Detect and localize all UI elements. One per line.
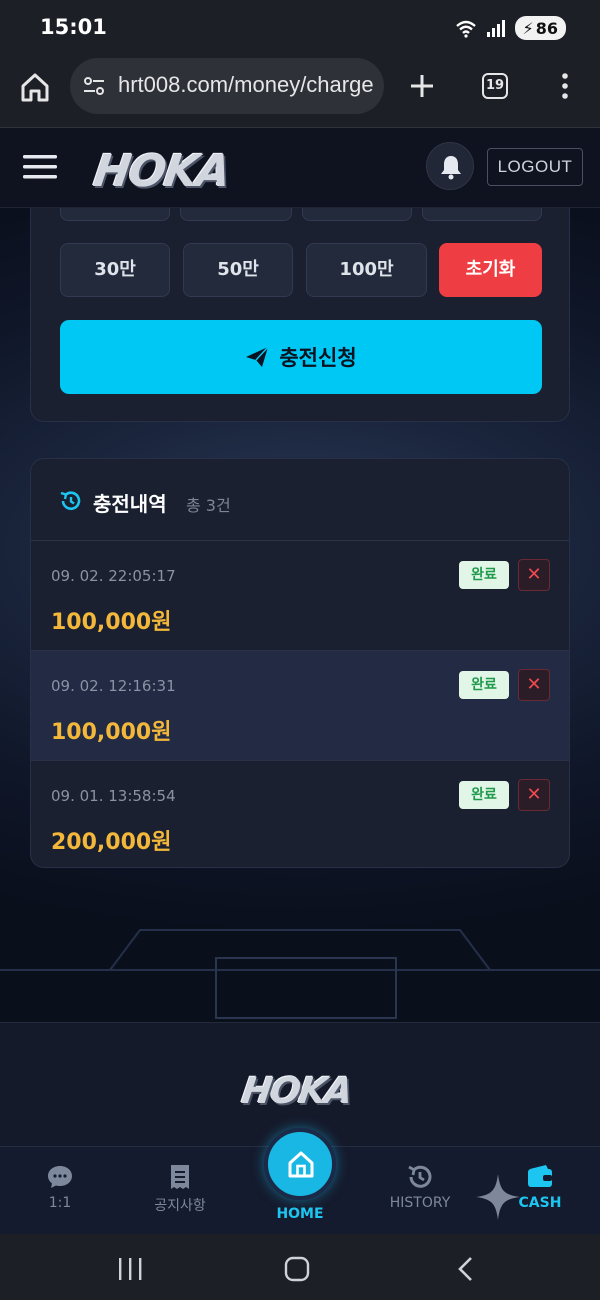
- back-icon[interactable]: [456, 1256, 474, 1282]
- footer-logo: HOKA: [239, 1071, 354, 1112]
- browser-toolbar: hrt008.com/money/charge 19: [0, 56, 600, 128]
- nav-item-history[interactable]: HISTORY: [360, 1147, 480, 1235]
- nav-label-home: HOME: [276, 1206, 324, 1222]
- amount-button-100[interactable]: 100만: [306, 243, 427, 297]
- logout-button[interactable]: LOGOUT: [487, 148, 583, 186]
- amount-button-30[interactable]: 30만: [60, 243, 170, 297]
- history-title: 충전내역: [93, 492, 167, 516]
- charge-history-card: 충전내역 총 3건 09. 02. 22:05:17 100,000원 완료 ✕…: [30, 458, 570, 868]
- history-row: 09. 01. 13:58:54 200,000원 완료 ✕: [31, 761, 569, 867]
- recents-icon[interactable]: [116, 1258, 144, 1280]
- charge-card: 1만 5만 5만 10만 30만 50만 100만 초기화 충전신청: [30, 180, 570, 422]
- charge-request-label: 충전신청: [279, 346, 357, 370]
- nav-label: HISTORY: [389, 1195, 451, 1211]
- system-home-icon[interactable]: [284, 1256, 310, 1282]
- new-tab-icon[interactable]: [406, 70, 438, 102]
- bell-icon: [441, 156, 461, 180]
- site-logo[interactable]: HOKA: [90, 146, 232, 197]
- nav-label: 1:1: [48, 1195, 72, 1211]
- reset-button[interactable]: 초기화: [439, 243, 542, 297]
- wallet-icon: [528, 1165, 552, 1187]
- sparkle-icon: [476, 1174, 520, 1220]
- charge-request-button[interactable]: 충전신청: [60, 320, 542, 394]
- history-header: 충전내역 총 3건: [31, 459, 569, 541]
- site-settings-icon[interactable]: [82, 74, 106, 98]
- history-amount: 100,000원: [51, 610, 172, 635]
- status-badge: 완료: [459, 671, 509, 699]
- send-icon: [246, 346, 269, 367]
- status-badge: 완료: [459, 781, 509, 809]
- history-row: 09. 02. 22:05:17 100,000원 완료 ✕: [31, 541, 569, 651]
- browser-home-icon[interactable]: [18, 70, 52, 104]
- delete-button[interactable]: ✕: [518, 779, 550, 811]
- status-badge: 완료: [459, 561, 509, 589]
- more-menu-icon[interactable]: [556, 70, 574, 102]
- history-date: 09. 02. 12:16:31: [51, 677, 176, 695]
- history-icon: [408, 1165, 432, 1188]
- home-icon: [288, 1151, 314, 1178]
- nav-item-chat[interactable]: 1:1: [0, 1147, 120, 1235]
- battery-level: 86: [535, 18, 558, 38]
- history-icon: [60, 491, 81, 510]
- notice-icon: [171, 1165, 189, 1189]
- nav-label: 공지사항: [154, 1198, 206, 1214]
- history-amount: 200,000원: [51, 830, 172, 855]
- delete-button[interactable]: ✕: [518, 559, 550, 591]
- history-count: 총 3건: [186, 496, 231, 515]
- charging-icon: ⚡: [522, 18, 534, 38]
- wifi-icon: [455, 20, 476, 38]
- amount-button-50[interactable]: 50만: [183, 243, 293, 297]
- history-date: 09. 02. 22:05:17: [51, 567, 176, 585]
- system-navigation-bar: [0, 1234, 600, 1300]
- status-time: 15:01: [40, 15, 107, 39]
- nav-item-notice[interactable]: 공지사항: [120, 1147, 240, 1235]
- field-lines: [0, 929, 600, 1019]
- chat-icon: [48, 1166, 72, 1188]
- history-row: 09. 02. 12:16:31 100,000원 완료 ✕: [31, 651, 569, 761]
- history-amount: 100,000원: [51, 720, 172, 745]
- status-bar: 15:01 ⚡ 86: [0, 0, 600, 56]
- tab-switcher-button[interactable]: 19: [482, 73, 508, 99]
- status-icons: ⚡ 86: [455, 16, 566, 40]
- url-text[interactable]: hrt008.com/money/charge: [118, 72, 374, 98]
- hamburger-menu-icon[interactable]: [22, 152, 58, 182]
- delete-button[interactable]: ✕: [518, 669, 550, 701]
- notification-button[interactable]: [426, 142, 474, 190]
- site-header: HOKA LOGOUT: [0, 128, 600, 208]
- address-bar[interactable]: hrt008.com/money/charge: [70, 58, 384, 114]
- signal-icon: [486, 20, 505, 37]
- history-date: 09. 01. 13:58:54: [51, 787, 176, 805]
- nav-item-home[interactable]: [264, 1128, 336, 1200]
- battery-indicator: ⚡ 86: [514, 16, 566, 40]
